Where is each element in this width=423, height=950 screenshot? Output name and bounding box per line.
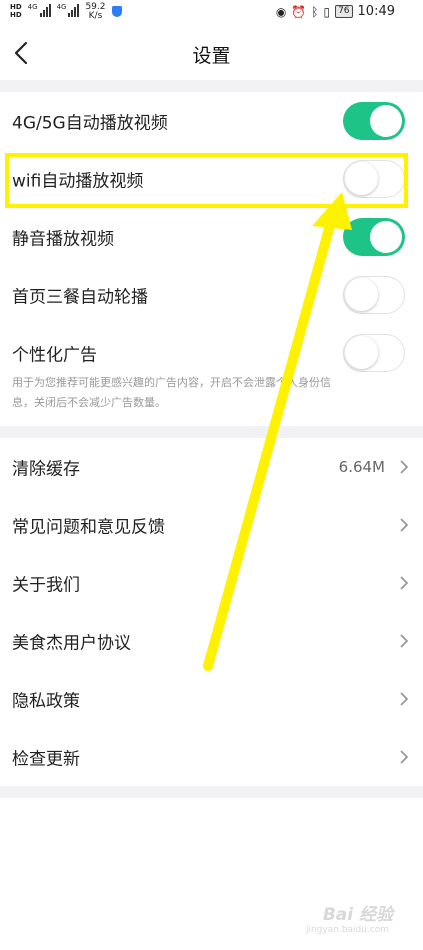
app-header: 设置 [0, 26, 423, 80]
nav-label: 关于我们 [12, 575, 80, 596]
chevron-right-icon [400, 576, 409, 590]
nav-label: 清除缓存 [12, 459, 80, 480]
network-type-1: 4G [27, 3, 38, 11]
toggle-personalized-ads[interactable] [343, 334, 405, 372]
setting-row-mute-playback: 静音播放视频 [0, 208, 423, 266]
vibrate-icon: ▯ [323, 4, 331, 19]
shield-icon [111, 6, 122, 17]
toggle-knob [370, 105, 402, 137]
page-title: 设置 [192, 45, 231, 67]
setting-row-home-carousel: 首页三餐自动轮播 [0, 266, 423, 324]
toggle-mute-playback[interactable] [343, 218, 405, 256]
setting-row-4g5g-autoplay: 4G/5G自动播放视频 [0, 92, 423, 150]
nav-faq-feedback[interactable]: 常见问题和意见反馈 [0, 496, 423, 554]
status-bar-right: ◉ ⏰ ᛒ ▯ 76 10:49 [276, 4, 395, 19]
section-divider [0, 426, 423, 438]
status-bar-left: HD HD 4G 4G 59.2 K/s [10, 3, 122, 21]
chevron-right-icon [400, 634, 409, 648]
alarm-icon: ⏰ [291, 4, 307, 19]
toggle-knob [345, 278, 378, 311]
signal-icon-1: 4G [28, 3, 51, 17]
baidu-watermark: Bai 经验 [322, 905, 393, 925]
chevron-right-icon [400, 460, 409, 474]
highlight-box [5, 153, 408, 208]
section-divider [0, 786, 423, 798]
chevron-right-icon [400, 750, 409, 764]
nav-clear-cache[interactable]: 清除缓存 6.64M [0, 438, 423, 496]
signal-icon-2: 4G [57, 3, 80, 17]
network-speed: 59.2 K/s [85, 2, 106, 21]
nav-check-update[interactable]: 检查更新 [0, 728, 423, 786]
eye-icon: ◉ [275, 4, 287, 19]
nav-about-us[interactable]: 关于我们 [0, 554, 423, 612]
clock: 10:49 [357, 4, 395, 19]
bluetooth-icon: ᛒ [311, 4, 319, 19]
toggle-4g5g-autoplay[interactable] [343, 102, 405, 140]
setting-label: 个性化广告 [12, 345, 97, 366]
nav-label: 美食杰用户协议 [12, 633, 131, 654]
section-divider [0, 80, 423, 92]
battery-icon: 76 [335, 5, 353, 18]
network-type-2: 4G [56, 3, 67, 11]
chevron-right-icon [400, 518, 409, 532]
nav-label: 检查更新 [12, 749, 80, 770]
setting-label: 静音播放视频 [12, 229, 114, 250]
chevron-right-icon [400, 692, 409, 706]
toggle-knob [345, 336, 378, 369]
hd-icon: HD HD [10, 3, 22, 19]
nav-privacy-policy[interactable]: 隐私政策 [0, 670, 423, 728]
nav-label: 隐私政策 [12, 691, 80, 712]
ad-description: 用于为您推荐可能更感兴趣的广告内容，开启不会泄露个人身份信息，关闭后不会减少广告… [12, 376, 331, 409]
toggle-home-carousel[interactable] [343, 276, 405, 314]
setting-label: 4G/5G自动播放视频 [12, 113, 168, 134]
watermark-url: jingyan.baidu.com [305, 925, 389, 935]
nav-label: 常见问题和意见反馈 [12, 517, 165, 538]
toggle-knob [370, 221, 402, 253]
nav-user-agreement[interactable]: 美食杰用户协议 [0, 612, 423, 670]
cache-size: 6.64M [338, 458, 385, 476]
setting-label: 首页三餐自动轮播 [12, 287, 148, 308]
status-bar: HD HD 4G 4G 59.2 K/s ◉ ⏰ ᛒ ▯ 76 10:49 [0, 0, 423, 26]
